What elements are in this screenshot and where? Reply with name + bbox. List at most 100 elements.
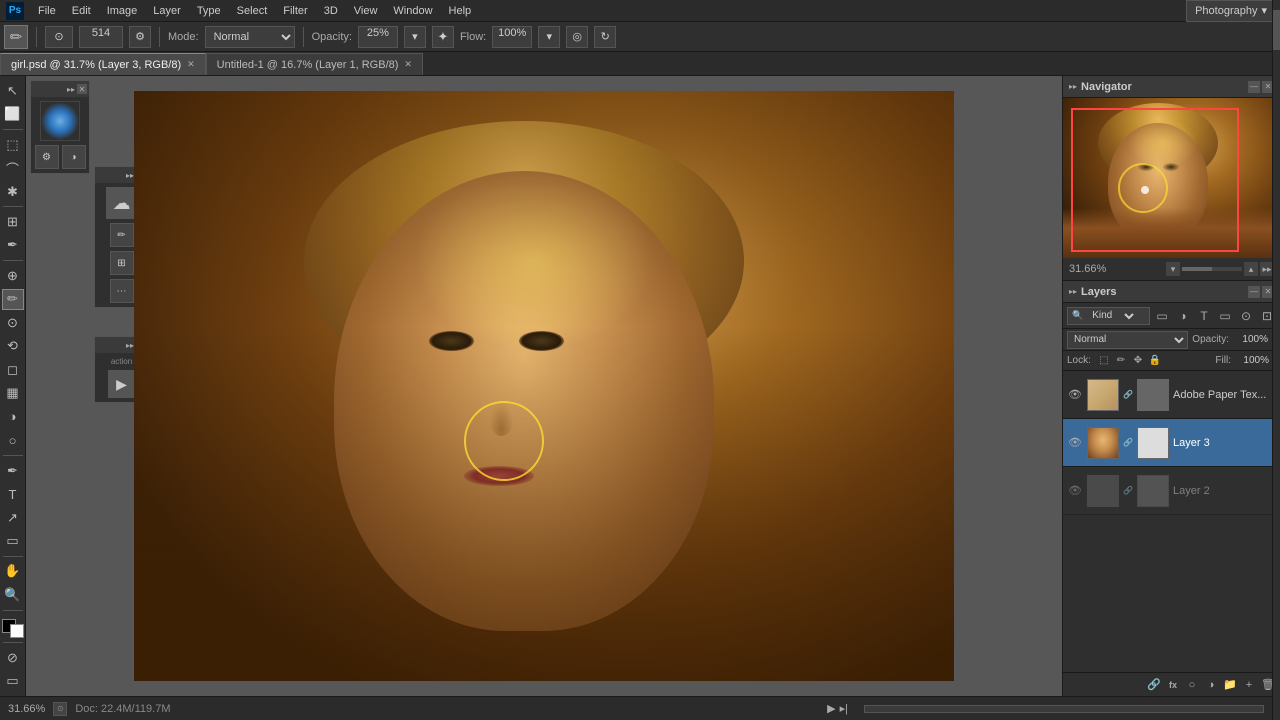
lock-pixels-icon[interactable]: ⬚ — [1097, 354, 1111, 368]
timeline-forward-btn[interactable]: ▸| — [840, 702, 848, 715]
layer-link-icon[interactable]: 🔗 — [1146, 677, 1162, 693]
menu-window[interactable]: Window — [385, 3, 440, 19]
fill-row-value[interactable]: 100% — [1234, 355, 1269, 366]
layer-item-more[interactable]: 👁 🔗 Layer 2 — [1063, 467, 1280, 515]
zoom-slider[interactable] — [1182, 267, 1242, 271]
artboard-tool[interactable]: ⬜ — [2, 103, 24, 124]
layer-blend-select[interactable]: Normal Multiply Screen Overlay — [1067, 331, 1188, 349]
history-brush[interactable]: ⟲ — [2, 336, 24, 357]
move-tool[interactable]: ↖ — [2, 80, 24, 101]
brush-tool-icon[interactable]: ✏ — [4, 25, 28, 49]
adjustment-filter-btn[interactable]: ◑ — [1174, 307, 1192, 325]
tab-girl-psd-close[interactable]: ✕ — [187, 59, 195, 70]
eraser-tool[interactable]: ◻ — [2, 359, 24, 380]
airbrush-toggle[interactable]: ✦ — [432, 26, 454, 48]
path-select[interactable]: ↗ — [2, 507, 24, 528]
flow-arrow[interactable]: ▾ — [538, 26, 560, 48]
menu-help[interactable]: Help — [441, 3, 480, 19]
layers-minimize[interactable]: — — [1248, 286, 1260, 298]
menu-file[interactable]: File — [30, 3, 64, 19]
menu-filter[interactable]: Filter — [275, 3, 315, 19]
angle-btn[interactable]: ↻ — [594, 26, 616, 48]
timeline-scrubber[interactable] — [864, 705, 1264, 713]
layer-eye-layer3[interactable]: 👁 — [1067, 435, 1083, 451]
navigator-preview[interactable] — [1063, 98, 1280, 258]
brush-size-input[interactable]: 514 — [79, 26, 123, 48]
layer-link-paper[interactable]: 🔗 — [1123, 390, 1133, 400]
layers-collapse-icon[interactable]: ▸▸ — [1069, 287, 1077, 296]
lock-all-icon[interactable]: 🔒 — [1148, 354, 1162, 368]
tab-untitled[interactable]: Untitled-1 @ 16.7% (Layer 1, RGB/8) ✕ — [206, 53, 423, 75]
search-icon: 🔍 — [1072, 310, 1083, 321]
layer-link-layer3[interactable]: 🔗 — [1123, 438, 1133, 448]
flow-input[interactable]: 100% — [492, 26, 532, 48]
text-filter-btn[interactable]: T — [1195, 307, 1213, 325]
brush-settings-btn[interactable]: ⚙ — [129, 26, 151, 48]
healing-tool[interactable]: ⊕ — [2, 265, 24, 286]
marquee-tool[interactable]: ⬚ — [2, 134, 24, 155]
opacity-input[interactable]: 25% — [358, 26, 398, 48]
blend-mode-select[interactable]: Normal Multiply Screen — [205, 26, 295, 48]
tool-sep1 — [3, 129, 23, 130]
lock-position-icon[interactable]: ✏ — [1114, 354, 1128, 368]
quick-select-tool[interactable]: ✱ — [2, 181, 24, 202]
dodge-tool[interactable]: ○ — [2, 429, 24, 450]
layer-group-icon[interactable]: 📁 — [1222, 677, 1238, 693]
shape-tool[interactable]: ▭ — [2, 530, 24, 551]
layers-filter-input[interactable]: 🔍 Kind Name Effect — [1067, 307, 1150, 325]
crop-tool[interactable]: ⊞ — [2, 211, 24, 232]
navigator-collapse-icon[interactable]: ▸▸ — [1069, 82, 1077, 91]
pen-tool[interactable]: ✒ — [2, 460, 24, 481]
layer-item-layer3[interactable]: 👁 🔗 Layer 3 — [1063, 419, 1280, 467]
zoom-in-btn[interactable]: ▴ — [1244, 262, 1258, 276]
tab-untitled-close[interactable]: ✕ — [404, 59, 412, 70]
layer-thumb-paper-img — [1088, 380, 1118, 410]
layer-fx-icon[interactable]: fx — [1165, 677, 1181, 693]
layer-mask-icon[interactable]: ○ — [1184, 677, 1200, 693]
menu-select[interactable]: Select — [229, 3, 276, 19]
layers-scrollbar[interactable] — [1272, 371, 1280, 672]
navigator-minimize[interactable]: — — [1248, 81, 1260, 93]
menu-edit[interactable]: Edit — [64, 3, 99, 19]
menu-image[interactable]: Image — [99, 3, 146, 19]
menu-layer[interactable]: Layer — [145, 3, 189, 19]
timeline-play-btn[interactable]: ▶ — [827, 702, 835, 715]
clone-tool[interactable]: ⊙ — [2, 312, 24, 333]
brush-tool[interactable]: ✏ — [2, 289, 24, 310]
menu-type[interactable]: Type — [189, 3, 229, 19]
opacity-arrow[interactable]: ▾ — [404, 26, 426, 48]
zoom-out-btn[interactable]: ▾ — [1166, 262, 1180, 276]
options-toolbar: ✏ ⊙ 514 ⚙ Mode: Normal Multiply Screen O… — [0, 22, 1280, 52]
layer-kind-select[interactable]: Kind Name Effect — [1086, 307, 1137, 325]
smoothing-btn[interactable]: ◎ — [566, 26, 588, 48]
layers-footer: 🔗 fx ○ ◑ 📁 + 🗑 — [1063, 672, 1280, 696]
screen-mode[interactable]: ▭ — [2, 671, 24, 692]
hand-tool[interactable]: ✋ — [2, 561, 24, 582]
layer-eye-paper[interactable]: 👁 — [1067, 387, 1083, 403]
tab-girl-psd[interactable]: girl.psd @ 31.7% (Layer 3, RGB/8) ✕ — [0, 53, 206, 75]
layer-new-icon[interactable]: + — [1241, 677, 1257, 693]
shape-filter-btn[interactable]: ▭ — [1216, 307, 1234, 325]
gradient-tool[interactable]: ▦ — [2, 383, 24, 404]
layer-item-paper[interactable]: 👁 🔗 Adobe Paper Tex... — [1063, 371, 1280, 419]
lock-artboard-icon[interactable]: ✥ — [1131, 354, 1145, 368]
layer-adjust-icon[interactable]: ◑ — [1203, 677, 1219, 693]
blur-tool[interactable]: ◑ — [2, 406, 24, 427]
layer-eye-more[interactable]: 👁 — [1067, 483, 1083, 499]
brush-preset-picker[interactable]: ⊙ — [45, 26, 73, 48]
zoom-level-indicator[interactable]: ⊙ — [53, 702, 67, 716]
tool-sep7 — [3, 642, 23, 643]
smart-filter-btn[interactable]: ⊙ — [1237, 307, 1255, 325]
background-color[interactable] — [10, 624, 24, 638]
menu-3d[interactable]: 3D — [316, 3, 346, 19]
lasso-tool[interactable]: ⌒ — [2, 157, 24, 178]
pixel-filter-btn[interactable]: ▭ — [1153, 307, 1171, 325]
menu-view[interactable]: View — [346, 3, 386, 19]
opacity-row-value[interactable]: 100% — [1233, 334, 1268, 345]
workspace-selector[interactable]: Photography ▾ — [1186, 0, 1276, 22]
quick-mask-tool[interactable]: ⊘ — [2, 647, 24, 668]
portrait-canvas[interactable] — [134, 91, 954, 681]
zoom-tool[interactable]: 🔍 — [2, 584, 24, 605]
text-tool[interactable]: T — [2, 483, 24, 504]
eyedropper-tool[interactable]: ✒ — [2, 235, 24, 256]
